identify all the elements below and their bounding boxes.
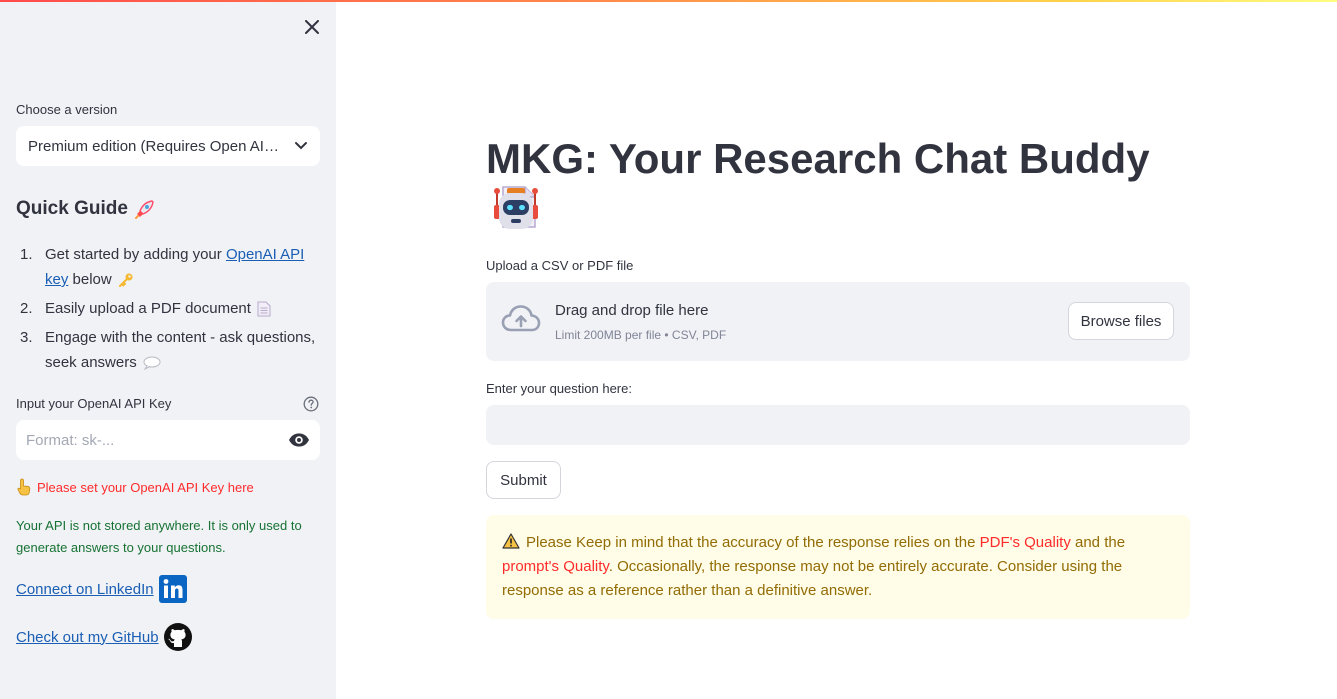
linkedin-icon[interactable]	[158, 574, 188, 604]
submit-button[interactable]: Submit	[486, 461, 561, 499]
list-item: 1. Get started by adding your OpenAI API…	[16, 242, 320, 292]
quick-guide-title: Quick Guide	[16, 198, 128, 219]
pointing-hand-icon	[17, 478, 31, 496]
document-icon	[257, 301, 271, 317]
github-icon[interactable]	[163, 622, 193, 652]
question-input[interactable]	[486, 405, 1190, 445]
robot-icon	[494, 188, 538, 229]
github-link[interactable]: Check out my GitHub	[16, 629, 159, 646]
rocket-icon	[134, 200, 154, 219]
api-info-text: Your API is not stored anywhere. It is o…	[16, 518, 302, 555]
question-label: Enter your question here:	[486, 381, 632, 396]
top-decoration-strip	[0, 0, 1337, 2]
list-item: 2. Easily upload a PDF document	[16, 296, 320, 321]
alert-highlight: prompt's Quality	[502, 558, 609, 575]
upload-label: Upload a CSV or PDF file	[486, 258, 634, 273]
close-sidebar-button[interactable]	[300, 15, 324, 39]
api-key-input[interactable]	[26, 431, 288, 449]
warning-icon	[502, 533, 520, 549]
chevron-down-icon	[295, 142, 307, 150]
list-number: 2.	[20, 300, 33, 317]
api-key-field[interactable]	[16, 420, 320, 460]
cloud-upload-icon	[501, 305, 541, 332]
warning-alert: Please Keep in mind that the accuracy of…	[486, 515, 1190, 619]
dropzone-limit: Limit 200MB per file • CSV, PDF	[555, 328, 727, 342]
sidebar: Choose a version Premium edition (Requir…	[0, 0, 336, 699]
list-number: 1.	[20, 246, 33, 263]
linkedin-row: Connect on LinkedIn	[16, 574, 188, 604]
page-title-text: MKG: Your Research Chat Buddy	[486, 135, 1150, 182]
close-icon	[305, 20, 319, 34]
page-title: MKG: Your Research Chat Buddy	[486, 134, 1190, 234]
key-icon	[118, 273, 133, 288]
help-icon[interactable]	[303, 396, 319, 412]
github-row: Check out my GitHub	[16, 622, 193, 652]
list-item: 3. Engage with the content - ask questio…	[16, 325, 320, 375]
file-dropzone[interactable]: Drag and drop file here Limit 200MB per …	[486, 282, 1190, 361]
quick-guide-heading: Quick Guide	[16, 198, 156, 220]
question-field[interactable]	[486, 405, 1190, 445]
version-select-value: Premium edition (Requires Open AI API)	[28, 137, 294, 155]
version-label: Choose a version	[16, 102, 118, 117]
alert-text: Please Keep in mind that the accuracy of…	[526, 534, 980, 551]
guide-text: Get started by adding your	[45, 246, 226, 263]
speech-bubble-icon	[143, 356, 161, 371]
alert-text: and the	[1070, 534, 1126, 551]
guide-text: Engage with the content - ask questions,…	[45, 329, 316, 371]
version-select[interactable]: Premium edition (Requires Open AI API)	[16, 126, 320, 166]
dropzone-instruction: Drag and drop file here	[555, 302, 709, 319]
list-number: 3.	[20, 329, 33, 346]
alert-highlight: PDF's Quality	[979, 534, 1071, 551]
api-key-warning-text: Please set your OpenAI API Key here	[37, 479, 254, 495]
linkedin-link[interactable]: Connect on LinkedIn	[16, 581, 154, 598]
guide-text: Easily upload a PDF document	[45, 300, 251, 317]
guide-text: below	[68, 271, 112, 288]
quick-guide-list: 1. Get started by adding your OpenAI API…	[16, 242, 320, 379]
api-key-label: Input your OpenAI API Key	[16, 396, 172, 411]
browse-files-button[interactable]: Browse files	[1068, 302, 1174, 340]
api-key-warning: Please set your OpenAI API Key here	[16, 478, 254, 496]
eye-icon[interactable]	[288, 432, 310, 448]
